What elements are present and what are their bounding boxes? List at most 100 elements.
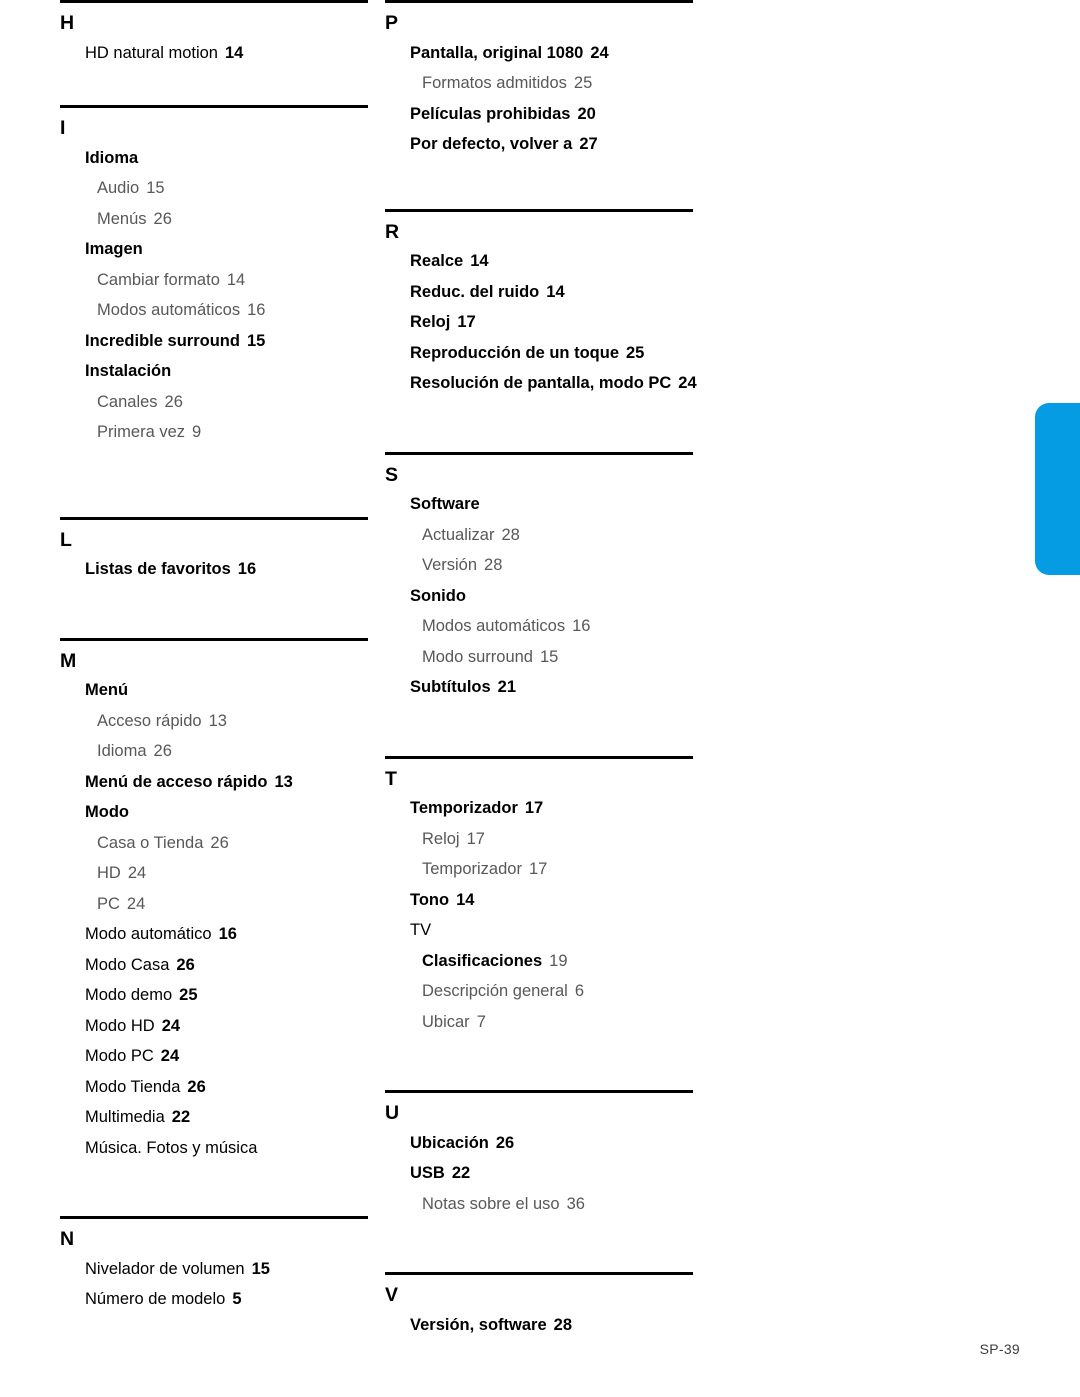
index-entry[interactable]: Menús 26 — [97, 210, 384, 242]
index-entry[interactable]: Modo — [85, 804, 384, 835]
index-entry[interactable]: Modos automáticos 16 — [422, 618, 709, 649]
index-entry[interactable]: Reduc. del ruido 14 — [410, 283, 709, 315]
index-entry[interactable]: Idioma 26 — [97, 743, 384, 774]
index-entry-label: Reloj — [422, 829, 460, 848]
index-entry[interactable]: Temporizador 17 — [422, 861, 709, 892]
index-entry[interactable]: Versión, software 28 — [410, 1316, 709, 1348]
index-entry[interactable]: Sonido — [410, 587, 709, 619]
index-entry[interactable]: Modo demo 25 — [85, 987, 384, 1018]
index-entry[interactable]: Notas sobre el uso 36 — [422, 1194, 709, 1227]
index-entry[interactable]: Pantalla, original 1080 24 — [410, 44, 709, 76]
index-entry-page-number: 14 — [456, 890, 475, 909]
index-entry-label: Modo Casa — [85, 955, 170, 974]
section-letter: P — [385, 12, 399, 34]
index-entry-page-number: 19 — [549, 951, 568, 970]
index-entry[interactable]: Menú — [85, 682, 384, 713]
index-entry[interactable]: Modo surround 15 — [422, 648, 709, 680]
index-entry[interactable]: Instalación — [85, 363, 384, 394]
index-entry-label: Primera vez — [97, 423, 186, 441]
index-entry-label: Notas sobre el uso — [422, 1194, 560, 1213]
index-entry[interactable]: USB 22 — [410, 1165, 709, 1196]
index-entry-page-number: 5 — [232, 1290, 242, 1308]
index-entry[interactable]: Primera vez 9 — [97, 424, 384, 455]
index-entry-page-number: 7 — [476, 1012, 486, 1031]
index-entry[interactable]: HD 24 — [97, 865, 384, 896]
index-entry-label: Modo — [85, 803, 129, 821]
index-section-p: P Pantalla, original 1080 24 Formatos admit… — [385, 0, 709, 167]
index-section-l: L Listas de favoritos 16 — [60, 516, 384, 592]
index-entry[interactable]: Formatos admitidos 25 — [422, 75, 709, 106]
index-entry[interactable]: Nivelador de volumen 15 — [85, 1260, 384, 1292]
index-entry-page-number: 24 — [161, 1016, 181, 1035]
index-entry-label: Idioma — [85, 148, 139, 167]
index-entry[interactable]: Resolución de pantalla, modo PC 24 — [410, 375, 709, 406]
index-entry[interactable]: Subtítulos 21 — [410, 679, 709, 710]
index-entry[interactable]: Incredible surround 15 — [85, 332, 384, 364]
section-entry-list: Pantalla, original 1080 24 Formatos admiti… — [385, 34, 709, 167]
index-entry[interactable]: Modo PC 24 — [85, 1048, 384, 1079]
index-section-m: M Menú Acceso rápido 13 Idioma 26 Menú de acce… — [60, 637, 384, 1171]
index-entry[interactable]: Idioma — [85, 148, 384, 181]
index-entry[interactable]: Reloj 17 — [410, 314, 709, 345]
index-entry[interactable]: Multimedia 22 — [85, 1109, 384, 1140]
index-entry[interactable]: PC 24 — [97, 895, 384, 927]
index-entry-label: Películas prohibidas — [410, 104, 571, 123]
index-entry-page-number: 22 — [171, 1108, 191, 1126]
index-entry[interactable]: Listas de favoritos 16 — [85, 561, 384, 592]
index-entry[interactable]: Modos automáticos 16 — [97, 302, 384, 333]
index-entry[interactable]: Por defecto, volver a 27 — [410, 136, 709, 167]
index-entry-page-number: 25 — [179, 986, 198, 1004]
index-entry[interactable]: Temporizador 17 — [410, 800, 709, 831]
section-entry-list: Idioma Audio 15 Menús 26 Imagen Cambiar format… — [60, 139, 384, 455]
index-entry-page-number: 16 — [572, 617, 591, 635]
index-entry[interactable]: Ubicación 26 — [410, 1133, 709, 1166]
index-entry[interactable]: Actualizar 28 — [422, 525, 709, 558]
index-entry[interactable]: Acceso rápido 13 — [97, 712, 384, 744]
index-entry-page-number: 28 — [501, 525, 520, 544]
index-entry[interactable]: Reproducción de un toque 25 — [410, 344, 709, 376]
index-section-n: N Nivelador de volumen 15 Número de modelo 5 — [60, 1216, 384, 1322]
index-entry[interactable]: Ubicar 7 — [422, 1012, 709, 1045]
section-letter: N — [60, 1228, 75, 1250]
index-entry[interactable]: Software — [410, 496, 709, 527]
index-entry-page-number: 14 — [226, 270, 246, 289]
index-entry[interactable]: Reloj 17 — [422, 829, 709, 862]
index-entry[interactable]: Modo HD 24 — [85, 1016, 384, 1049]
section-letter: V — [385, 1284, 399, 1306]
section-letter: H — [60, 12, 75, 34]
index-entry[interactable]: Clasificaciones 19 — [422, 951, 709, 984]
index-entry-page-number: 27 — [579, 135, 598, 153]
index-entry[interactable]: Películas prohibidas 20 — [410, 104, 709, 137]
index-entry[interactable]: Menú de acceso rápido 13 — [85, 772, 384, 805]
index-entry-page-number: 20 — [577, 104, 596, 123]
index-entry[interactable]: Cambiar formato 14 — [97, 270, 384, 303]
index-entry-page-number: 14 — [470, 252, 489, 270]
index-entry-page-number: 17 — [528, 860, 548, 878]
index-entry[interactable]: Realce 14 — [410, 253, 709, 284]
index-entry[interactable]: Número de modelo 5 — [85, 1291, 384, 1322]
index-entry[interactable]: Música. Fotos y música — [85, 1139, 384, 1171]
index-entry[interactable]: Casa o Tienda 26 — [97, 834, 384, 866]
index-entry-label: Modo Tienda — [85, 1077, 181, 1096]
index-entry[interactable]: Tono 14 — [410, 890, 709, 923]
index-entry-label: Audio — [97, 179, 140, 197]
index-entry-page-number: 24 — [160, 1047, 180, 1065]
index-entry[interactable]: Canales 26 — [97, 393, 384, 425]
index-entry[interactable]: HD natural motion 14 — [85, 44, 384, 76]
index-entry[interactable]: Audio 15 — [97, 180, 384, 211]
section-letter: R — [385, 220, 400, 243]
index-entry[interactable]: Modo Casa 26 — [85, 955, 384, 988]
index-entry[interactable]: Versión 28 — [422, 557, 709, 588]
index-entry[interactable]: Modo Tienda 26 — [85, 1077, 384, 1110]
index-entry[interactable]: Modo automático 16 — [85, 926, 384, 957]
index-entry-page-number: 13 — [274, 772, 293, 791]
index-entry-label: Actualizar — [422, 525, 495, 544]
index-entry[interactable]: Descripción general 6 — [422, 983, 709, 1014]
index-entry-label: Ubicación — [410, 1133, 489, 1152]
index-entry[interactable]: TV — [410, 922, 709, 953]
index-entry[interactable]: Imagen — [85, 241, 384, 272]
